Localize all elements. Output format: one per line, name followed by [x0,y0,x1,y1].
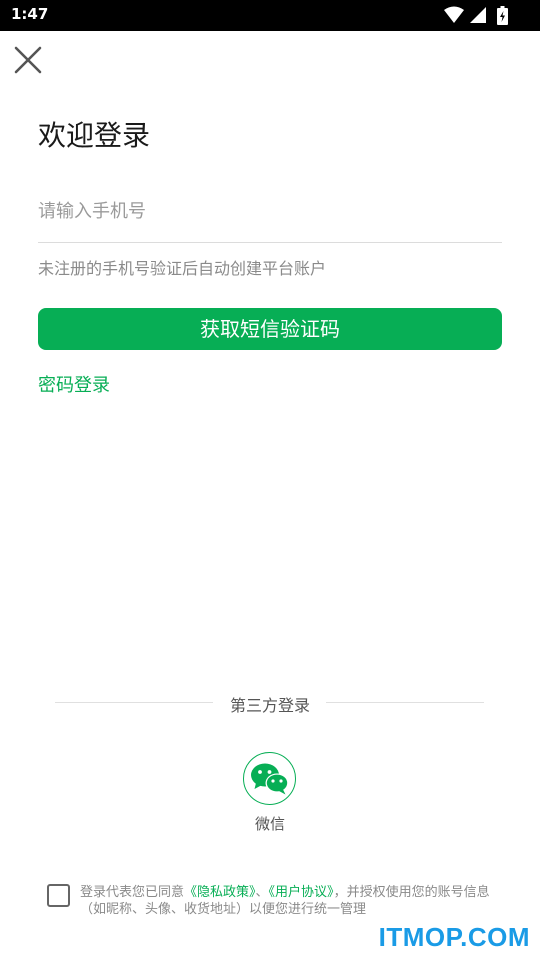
close-icon [14,46,42,74]
page-title: 欢迎登录 [38,119,151,152]
wechat-login-button[interactable] [243,752,296,805]
get-sms-code-button[interactable]: 获取短信验证码 [38,308,502,350]
close-button[interactable] [12,44,44,76]
wifi-icon [444,6,464,23]
battery-icon [497,6,508,25]
user-agreement-link[interactable]: 《用户协议》 [269,885,334,900]
password-login-link[interactable]: 密码登录 [38,371,110,397]
wechat-icon [251,763,289,795]
phone-input-underline [38,242,502,243]
agreement-separator: 、 [255,885,269,900]
agreement-text: 登录代表您已同意《隐私政策》、《用户协议》，并授权使用您的账号信息（如昵称、头像… [80,884,502,918]
status-bar: 1:47 [0,0,540,31]
privacy-policy-link[interactable]: 《隐私政策》 [184,885,256,900]
wechat-label: 微信 [254,815,285,833]
agreement-prefix: 登录代表您已同意 [80,885,185,900]
signal-icon [470,7,486,23]
watermark-logo: ITMOP.COM [378,922,530,952]
phone-input[interactable] [38,193,502,229]
agreement-checkbox[interactable] [47,884,70,907]
status-time: 1:47 [11,5,49,23]
auto-register-hint: 未注册的手机号验证后自动创建平台账户 [38,259,327,278]
third-party-login-title: 第三方登录 [229,696,310,715]
divider-right [326,702,484,703]
